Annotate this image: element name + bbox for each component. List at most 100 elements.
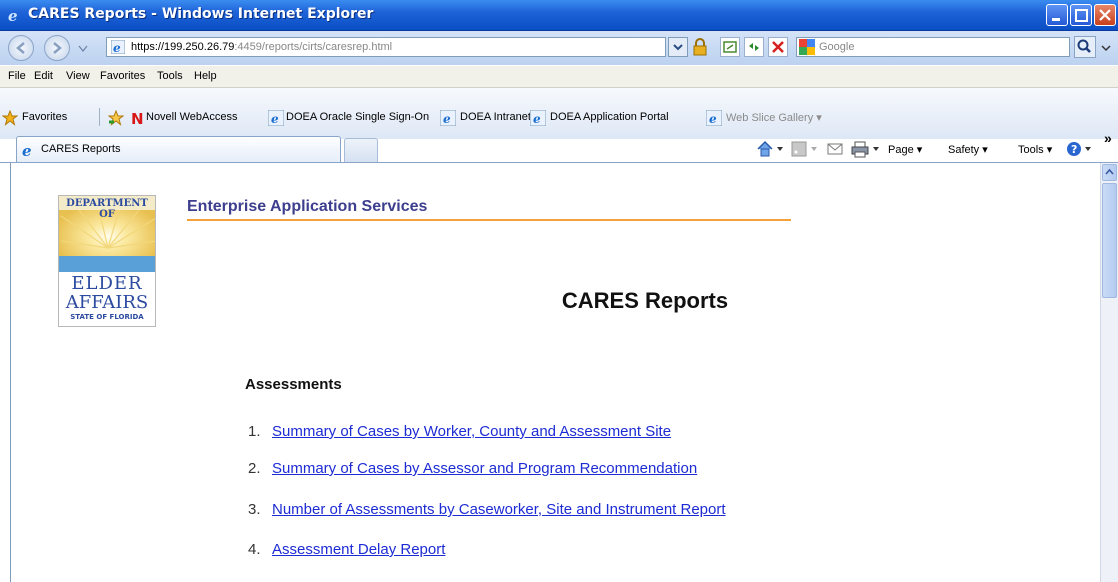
chevron-down-icon[interactable] bbox=[776, 146, 784, 152]
svg-text:e: e bbox=[443, 112, 451, 126]
search-options-dropdown-icon[interactable] bbox=[1100, 43, 1112, 53]
tools-menu-button[interactable]: Tools ▾ bbox=[1018, 143, 1052, 156]
svg-text:e: e bbox=[533, 112, 541, 126]
tab-label: CARES Reports bbox=[41, 143, 121, 155]
menu-edit[interactable]: Edit bbox=[34, 70, 53, 82]
section-heading: Assessments bbox=[245, 376, 342, 393]
favorite-doea-application-portal[interactable]: DOEA Application Portal bbox=[550, 111, 669, 123]
search-field[interactable]: Google bbox=[796, 37, 1070, 57]
favorite-oracle-sso[interactable]: DOEA Oracle Single Sign-On bbox=[286, 111, 429, 123]
site-header: Enterprise Application Services bbox=[187, 198, 428, 215]
favorite-doea-intranet[interactable]: DOEA Intranet bbox=[460, 111, 531, 123]
home-icon[interactable] bbox=[756, 140, 774, 158]
list-number: 2. bbox=[248, 460, 261, 477]
report-link[interactable]: Summary of Cases by Worker, County and A… bbox=[272, 423, 671, 440]
list-item: 1. Summary of Cases by Worker, County and… bbox=[248, 423, 671, 440]
back-arrow-icon bbox=[16, 42, 25, 54]
address-url: https://199.250.26.79:4459/reports/cirts… bbox=[131, 41, 393, 53]
svg-text:N: N bbox=[131, 110, 144, 126]
menu-view[interactable]: View bbox=[66, 70, 90, 82]
tab-cares-reports[interactable]: e CARES Reports bbox=[16, 136, 341, 162]
page-title: CARES Reports bbox=[561, 288, 729, 313]
maximize-icon bbox=[1075, 9, 1088, 22]
search-placeholder: Google bbox=[819, 41, 855, 53]
list-number: 1. bbox=[248, 423, 261, 440]
compatibility-icon bbox=[723, 41, 737, 53]
scroll-thumb[interactable] bbox=[1102, 183, 1117, 298]
forward-button[interactable] bbox=[44, 35, 70, 61]
svg-text:e: e bbox=[709, 112, 717, 126]
ie-page-icon: e bbox=[440, 110, 456, 126]
compatibility-view-button[interactable] bbox=[720, 37, 740, 57]
title-bar[interactable]: e CARES Reports - Windows Internet Explo… bbox=[0, 0, 1118, 31]
google-search-provider-icon bbox=[799, 39, 815, 55]
menu-favorites[interactable]: Favorites bbox=[100, 70, 145, 82]
print-icon[interactable] bbox=[850, 140, 870, 158]
logo-department-text: DEPARTMENT OF bbox=[66, 198, 148, 220]
maximize-button[interactable] bbox=[1070, 4, 1092, 26]
list-item: 4. Assessment Delay Report bbox=[248, 541, 445, 558]
vertical-scrollbar[interactable] bbox=[1100, 163, 1118, 582]
address-field[interactable]: e https://199.250.26.79:4459/reports/cir… bbox=[106, 37, 666, 57]
refresh-icon bbox=[749, 43, 759, 51]
browser-window: e CARES Reports - Windows Internet Explo… bbox=[0, 0, 1118, 582]
list-item: 2. Summary of Cases by Assessor and Progr… bbox=[248, 460, 697, 477]
svg-text:?: ? bbox=[1071, 143, 1077, 156]
favorite-novell-webaccess[interactable]: Novell WebAccess bbox=[146, 111, 238, 123]
new-tab-button[interactable] bbox=[344, 138, 378, 162]
list-item: 3. Number of Assessments by Caseworker, S… bbox=[248, 501, 726, 518]
report-link[interactable]: Number of Assessments by Caseworker, Sit… bbox=[272, 501, 726, 518]
logo-state-text: STATE OF FLORIDA bbox=[70, 313, 144, 321]
ie-page-icon: e bbox=[268, 110, 284, 126]
lock-icon bbox=[693, 38, 707, 56]
help-icon[interactable]: ? bbox=[1065, 140, 1083, 158]
svg-text:e: e bbox=[271, 112, 279, 126]
page-icon: e bbox=[111, 40, 125, 54]
minimize-icon bbox=[1052, 18, 1060, 21]
favorites-star-icon bbox=[2, 110, 18, 126]
forward-arrow-icon bbox=[53, 42, 62, 54]
safety-menu-button[interactable]: Safety ▾ bbox=[948, 143, 988, 156]
menu-file[interactable]: File bbox=[8, 70, 26, 82]
list-number: 4. bbox=[248, 541, 261, 558]
add-to-favorites-bar-icon[interactable] bbox=[108, 110, 124, 126]
header-underline bbox=[187, 219, 791, 221]
ie-logo-icon: e bbox=[8, 7, 18, 23]
menu-tools[interactable]: Tools bbox=[157, 70, 183, 82]
recent-pages-dropdown-icon[interactable] bbox=[78, 45, 88, 53]
ie-page-icon: e bbox=[530, 110, 546, 126]
close-button[interactable] bbox=[1094, 4, 1116, 26]
scroll-up-button[interactable] bbox=[1102, 164, 1117, 181]
security-lock-button[interactable] bbox=[690, 37, 710, 57]
favorites-button[interactable]: Favorites bbox=[22, 111, 67, 123]
chevron-up-icon bbox=[1105, 168, 1114, 175]
menu-bar: File Edit View Favorites Tools Help bbox=[0, 66, 1118, 88]
ie-logo-icon: e bbox=[22, 142, 32, 158]
list-number: 3. bbox=[248, 501, 261, 518]
report-link[interactable]: Assessment Delay Report bbox=[272, 541, 445, 558]
window-title: CARES Reports - Windows Internet Explore… bbox=[28, 6, 374, 22]
favorite-web-slice-gallery[interactable]: Web Slice Gallery ▾ bbox=[726, 111, 822, 124]
chevron-down-icon bbox=[673, 44, 683, 51]
minimize-button[interactable] bbox=[1046, 4, 1068, 26]
read-mail-icon[interactable] bbox=[826, 141, 844, 157]
search-button[interactable] bbox=[1074, 36, 1096, 58]
close-icon bbox=[1099, 9, 1111, 21]
stop-x-icon bbox=[772, 41, 784, 53]
svg-text:e: e bbox=[22, 142, 32, 158]
chevron-down-icon[interactable] bbox=[810, 146, 818, 152]
chevron-down-icon[interactable] bbox=[1084, 146, 1092, 152]
rss-feed-icon[interactable] bbox=[790, 140, 808, 158]
page-content bbox=[10, 163, 1101, 582]
menu-help[interactable]: Help bbox=[194, 70, 217, 82]
chevron-down-icon[interactable] bbox=[872, 146, 880, 152]
favorites-divider bbox=[99, 108, 100, 126]
command-overflow-chevron[interactable]: » bbox=[1104, 130, 1112, 146]
stop-button[interactable] bbox=[768, 37, 788, 57]
address-dropdown-button[interactable] bbox=[668, 37, 688, 57]
refresh-button[interactable] bbox=[744, 37, 764, 57]
page-menu-button[interactable]: Page ▾ bbox=[888, 143, 922, 156]
back-button[interactable] bbox=[8, 35, 34, 61]
novell-n-icon: N bbox=[131, 110, 144, 126]
report-link[interactable]: Summary of Cases by Assessor and Program… bbox=[272, 460, 697, 477]
